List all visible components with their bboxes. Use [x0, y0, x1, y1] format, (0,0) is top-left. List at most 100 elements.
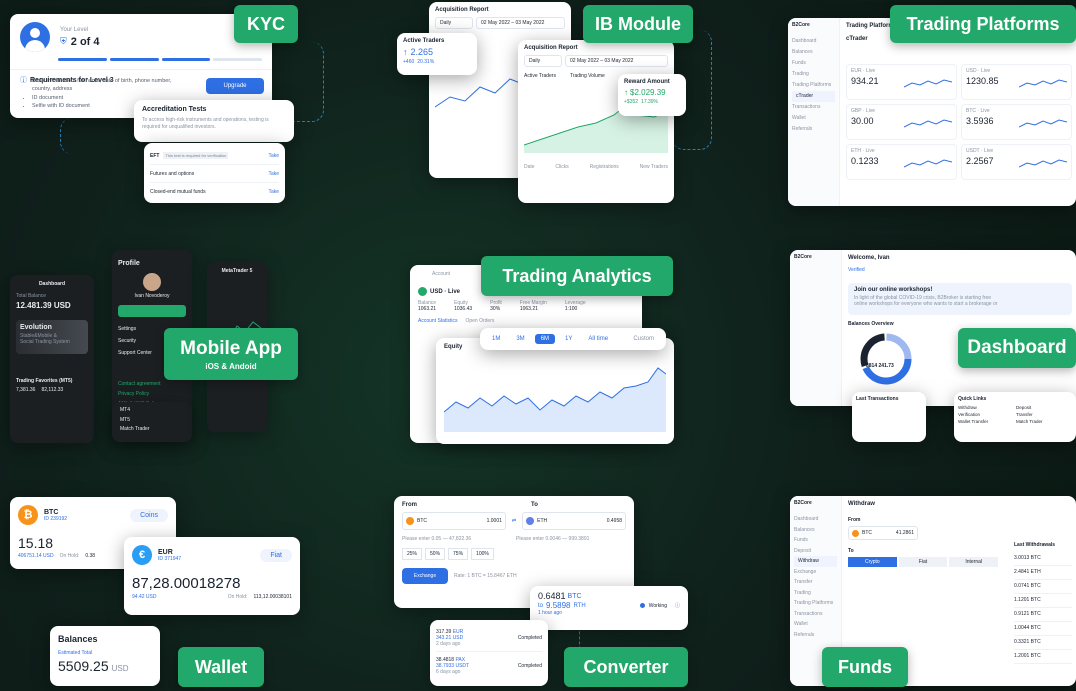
nav-item[interactable]: Withdraw: [794, 556, 837, 567]
profile-link[interactable]: Contact agreement: [118, 379, 186, 389]
account-name: GBP · Live: [851, 108, 876, 114]
period-select[interactable]: Daily: [524, 55, 562, 67]
to-select[interactable]: ETH 0.4958: [522, 512, 627, 530]
nav-item[interactable]: Wallet: [794, 619, 837, 630]
fiat-badge: Fiat: [260, 548, 292, 562]
quick-link[interactable]: Wallet Transfer: [958, 419, 1014, 424]
account-card[interactable]: ETH · Live 0.1233: [846, 144, 957, 180]
welcome-title: Welcome, Ivan: [848, 255, 890, 261]
account-card[interactable]: EUR · Live 934.21: [846, 64, 957, 100]
quick-link[interactable]: Transfer: [1016, 412, 1072, 417]
profile-title: Profile: [118, 260, 140, 267]
range-custom[interactable]: Custom: [627, 334, 660, 344]
level-progress: [58, 58, 262, 61]
info-icon[interactable]: ⓘ: [675, 602, 680, 609]
nav-item[interactable]: Transfer: [794, 577, 837, 588]
account-sparkline: [904, 79, 952, 88]
nav-item[interactable]: Transactions: [794, 609, 837, 620]
range-1m[interactable]: 1M: [486, 334, 506, 344]
history-row: 38.4818 PAX 38.7933 USDT 6 days ago Comp…: [436, 657, 542, 675]
from-select[interactable]: BTC 1.0001: [402, 512, 506, 530]
ib-report-front: Acquisition Report Daily 02 May 2022 – 0…: [518, 40, 674, 203]
range-selector: 1M 3M 6M 1Y All time Custom: [480, 328, 666, 350]
nav-item[interactable]: Balances: [794, 525, 837, 536]
date-range[interactable]: 02 May 2022 – 03 May 2022: [476, 17, 565, 29]
conversion-history-card: 317.39 EUR 343.21 USD 2 days ago Complet…: [430, 620, 548, 686]
nav-item[interactable]: Trading Platforms: [792, 80, 835, 91]
account-card[interactable]: BTC · Live 3.5936: [961, 104, 1072, 140]
quick-link[interactable]: Deposit: [1016, 405, 1072, 410]
profile-link[interactable]: Privacy Policy: [118, 389, 186, 399]
withdrawal-item: 0.0741 BTC: [1014, 580, 1072, 594]
take-test-button[interactable]: Take: [268, 189, 279, 195]
date-range[interactable]: 02 May 2022 – 03 May 2022: [565, 55, 668, 67]
nav-item[interactable]: Trading Platforms: [794, 598, 837, 609]
last-withdrawals-title: Last Withdrawals: [1014, 542, 1056, 548]
nav-item[interactable]: Transactions: [792, 102, 835, 113]
nav-item[interactable]: Trading: [794, 588, 837, 599]
balances-total: 8814 241.73: [866, 363, 894, 369]
total-balance-label: Total Balance: [16, 293, 47, 299]
to-label: To: [531, 502, 538, 508]
nav-item[interactable]: Dashboard: [792, 36, 835, 47]
account-sparkline: [1019, 159, 1067, 168]
range-all[interactable]: All time: [582, 334, 614, 344]
nav-item[interactable]: Referrals: [794, 630, 837, 641]
currency-icon: [418, 287, 427, 296]
account-card[interactable]: USDT · Live 2.2567: [961, 144, 1072, 180]
platform-menu-item[interactable]: MT5: [120, 416, 184, 426]
tab-account-statistics[interactable]: Account Statistics: [418, 318, 457, 324]
nav-item[interactable]: Referrals: [792, 124, 835, 135]
reward-card: Reward Amount ↑ $2.029.39 +$352 17.39%: [618, 74, 686, 116]
currency-select[interactable]: BTC 41.2861: [848, 526, 918, 540]
take-test-button[interactable]: Take: [268, 171, 279, 177]
nav-item[interactable]: Funds: [792, 58, 835, 69]
tab-internal[interactable]: Internal: [949, 557, 999, 567]
history-row: 317.39 EUR 343.21 USD 2 days ago Complet…: [436, 624, 542, 652]
nav-item[interactable]: Funds: [794, 535, 837, 546]
to-amount-input[interactable]: Please enter 0.0046 — 999.3891: [516, 536, 589, 542]
account-sparkline: [1019, 119, 1067, 128]
exchange-button[interactable]: Exchange: [402, 568, 448, 584]
account-card[interactable]: GBP · Live 30.00: [846, 104, 957, 140]
range-1y[interactable]: 1Y: [559, 334, 578, 344]
quick-link[interactable]: Match Trader: [1016, 419, 1072, 424]
nav-item[interactable]: Exchange: [794, 567, 837, 578]
range-3m[interactable]: 3M: [510, 334, 530, 344]
phone-dashboard: Dashboard Total Balance 12.481.39 USD Ev…: [10, 275, 94, 443]
pct-button[interactable]: 75%: [448, 548, 469, 560]
pct-button[interactable]: 50%: [425, 548, 446, 560]
nav-item[interactable]: Wallet: [792, 113, 835, 124]
nav-item[interactable]: Balances: [792, 47, 835, 58]
from-label: From: [402, 502, 417, 508]
quick-link[interactable]: Verification: [958, 412, 1014, 417]
tab-open-orders[interactable]: Open Orders: [465, 318, 494, 324]
nav-item-active[interactable]: cTrader: [792, 91, 835, 102]
banner-title: Join our online workshops!: [854, 287, 933, 293]
last-tx-title: Last Transactions: [856, 396, 899, 402]
nav-item[interactable]: Dashboard: [794, 514, 837, 525]
upgrade-button[interactable]: Upgrade: [206, 78, 264, 94]
bitcoin-icon: [852, 529, 859, 537]
tab-crypto[interactable]: Crypto: [848, 557, 897, 567]
account-card[interactable]: USD · Live 1230.85: [961, 64, 1072, 100]
platforms-window: B2Core Dashboard Balances Funds Trading …: [788, 18, 1076, 206]
tab-fiat[interactable]: Fiat: [898, 557, 948, 567]
platform-menu-item[interactable]: Match Trader: [120, 425, 184, 435]
nav-item[interactable]: Trading: [792, 69, 835, 80]
quick-link[interactable]: Withdraw: [958, 405, 1014, 410]
take-test-button[interactable]: Take: [268, 153, 279, 159]
platform-menu-item[interactable]: MT4: [120, 406, 184, 416]
pct-button[interactable]: 25%: [402, 548, 423, 560]
from-amount-input[interactable]: Please enter 0.05 — 47,822.36: [402, 536, 506, 542]
tag-wallet: Wallet: [178, 647, 264, 687]
report-title: Acquisition Report: [435, 7, 489, 13]
logo: B2Core: [792, 22, 810, 28]
swap-icon[interactable]: ⇄: [512, 518, 516, 524]
pct-button[interactable]: 100%: [471, 548, 494, 560]
tag-trading-platforms: Trading Platforms: [890, 5, 1076, 43]
period-select[interactable]: Daily: [435, 17, 473, 29]
range-6m[interactable]: 6M: [534, 334, 556, 344]
withdrawal-item: 0.3321 BTC: [1014, 636, 1072, 650]
nav-item[interactable]: Deposit: [794, 546, 837, 557]
